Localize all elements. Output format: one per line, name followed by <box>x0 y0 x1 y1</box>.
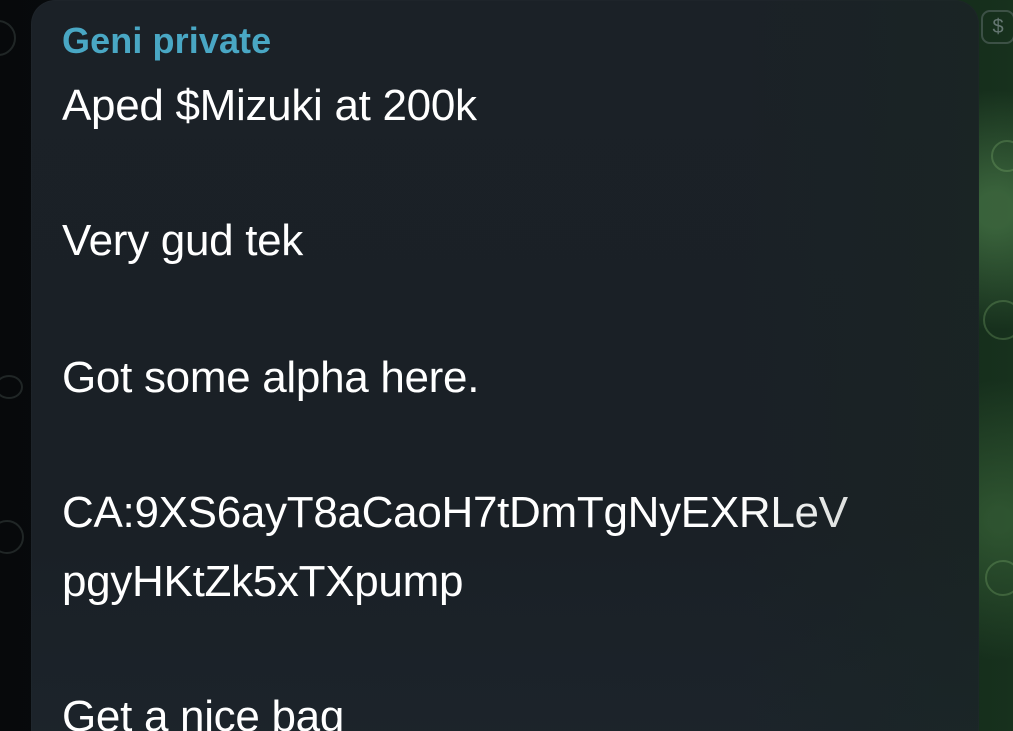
chat-screen: $ Geni private Aped $Mizuki at 200k Very… <box>0 0 1013 731</box>
sender-name[interactable]: Geni private <box>62 20 271 62</box>
contract-address-continuation: pgyHKtZk5xTXpump <box>62 557 464 606</box>
message-line: Aped $Mizuki at 200k <box>62 81 477 130</box>
message-line: Very gud tek <box>62 216 303 265</box>
dollar-sticker-icon: $ <box>981 10 1013 44</box>
background-doodle-icon <box>0 20 16 56</box>
message-bubble[interactable]: Geni private Aped $Mizuki at 200k Very g… <box>31 0 979 731</box>
message-line: Got some alpha here. <box>62 353 480 402</box>
background-doodle-icon <box>985 560 1013 596</box>
background-doodle-icon <box>983 300 1013 340</box>
contract-address-line: CA:9XS6ayT8aCaoH7tDmTgNyEXRLeV <box>62 488 848 537</box>
message-line: Get a nice bag <box>62 692 344 731</box>
background-doodle-icon <box>0 520 24 554</box>
background-doodle-icon <box>991 140 1013 172</box>
background-doodle-icon <box>0 375 23 399</box>
